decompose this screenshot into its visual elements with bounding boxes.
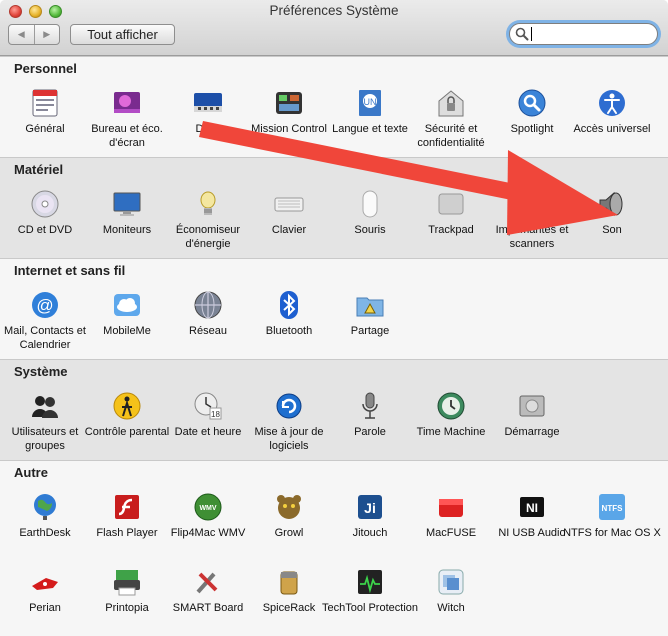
perian-icon <box>32 578 58 590</box>
pane-label: Son <box>602 224 622 236</box>
system-preferences-window: Préférences Système ◀ ▶ Tout afficher Pe… <box>0 0 668 636</box>
search-icon <box>515 27 529 41</box>
pane-label: Démarrage <box>504 426 560 438</box>
section-mat-riel: Matériel CD et DVD Moniteurs Économiseur d'… <box>0 157 668 258</box>
network-icon <box>194 291 222 319</box>
section-autre: Autre EarthDesk Flash Player WMV Flip4Mac WM… <box>0 460 668 636</box>
security-icon <box>438 90 464 117</box>
printers-scanners-icon <box>520 191 544 217</box>
spotlight-icon <box>518 89 546 117</box>
smart-board-icon <box>196 572 218 594</box>
cd-dvd-icon <box>31 190 59 218</box>
earthdesk-icon <box>34 494 56 520</box>
mission-control-icon <box>276 92 302 114</box>
displays-icon <box>113 192 141 216</box>
printopia-icon <box>114 570 140 596</box>
svg-text:18: 18 <box>211 410 220 419</box>
section-title: Internet et sans fil <box>14 263 126 278</box>
startup-disk-icon <box>519 395 545 417</box>
svg-text:Ji: Ji <box>364 500 376 516</box>
bluetooth-icon <box>280 291 298 319</box>
language-text-icon: UN <box>359 90 381 116</box>
mobileme-icon <box>114 294 140 316</box>
spicerack-icon <box>280 571 298 595</box>
witch-icon <box>438 569 464 595</box>
svg-text:@: @ <box>36 296 53 315</box>
pane-label: Accès universel <box>573 123 651 135</box>
svg-text:NTFS: NTFS <box>602 504 624 513</box>
ntfs-icon: NTFS <box>599 494 625 520</box>
techtool-icon <box>358 570 382 594</box>
forward-button[interactable]: ▶ <box>33 25 60 44</box>
users-groups-icon <box>32 396 58 418</box>
ni-usb-audio-icon: NI <box>520 497 544 517</box>
flip4mac-icon: WMV <box>194 493 222 521</box>
desktop-screensaver-icon <box>114 92 140 113</box>
software-update-icon <box>276 393 302 419</box>
section-title: Système <box>14 364 68 379</box>
navigation-buttons: ◀ ▶ <box>8 24 60 45</box>
universal-access-icon <box>599 90 625 116</box>
macfuse-icon <box>439 499 463 517</box>
time-machine-icon <box>437 392 465 420</box>
forward-arrow-icon: ▶ <box>43 29 51 39</box>
section-title: Personnel <box>14 61 77 76</box>
dock-icon <box>194 93 222 112</box>
show-all-button[interactable]: Tout afficher <box>70 24 175 45</box>
svg-text:NI: NI <box>526 501 538 515</box>
section-title: Matériel <box>14 162 64 177</box>
window-title: Préférences Système <box>269 3 399 18</box>
section-title: Autre <box>14 465 48 480</box>
section-internet-et-sans-fil: Internet et sans fil @ Mail, Contacts et C… <box>0 258 668 359</box>
search-input[interactable] <box>531 26 651 42</box>
sound-icon <box>599 191 623 217</box>
pane-label: NTFS for Mac OS X <box>563 527 661 539</box>
general-icon <box>32 89 58 117</box>
pane-label: Partage <box>350 325 390 337</box>
keyboard-icon <box>274 197 304 212</box>
title-bar: Préférences Système ◀ ▶ Tout afficher <box>0 0 668 56</box>
sharing-icon <box>356 297 384 317</box>
search-field[interactable] <box>509 23 658 45</box>
date-time-icon: 18 <box>194 392 222 420</box>
pane-label: Witch <box>437 602 465 614</box>
back-arrow-icon: ◀ <box>17 29 25 39</box>
section-syst-me: Système Utilisateurs et groupes Contrôle p… <box>0 359 668 460</box>
growl-icon <box>277 495 301 519</box>
jitouch-icon: Ji <box>358 495 382 519</box>
svg-text:UN: UN <box>364 97 377 107</box>
energy-saver-icon <box>200 191 216 215</box>
speech-icon <box>362 392 378 419</box>
trackpad-icon <box>438 193 464 215</box>
parental-controls-icon <box>113 392 141 420</box>
svg-text:WMV: WMV <box>199 505 216 512</box>
flash-player-icon <box>115 495 139 519</box>
back-button[interactable]: ◀ <box>9 25 34 44</box>
section-personnel: Personnel Général Bureau et éco. d'écran Do… <box>0 56 668 157</box>
text-caret <box>531 27 532 41</box>
mail-contacts-icon: @ <box>32 292 58 318</box>
mouse-icon <box>362 190 378 218</box>
